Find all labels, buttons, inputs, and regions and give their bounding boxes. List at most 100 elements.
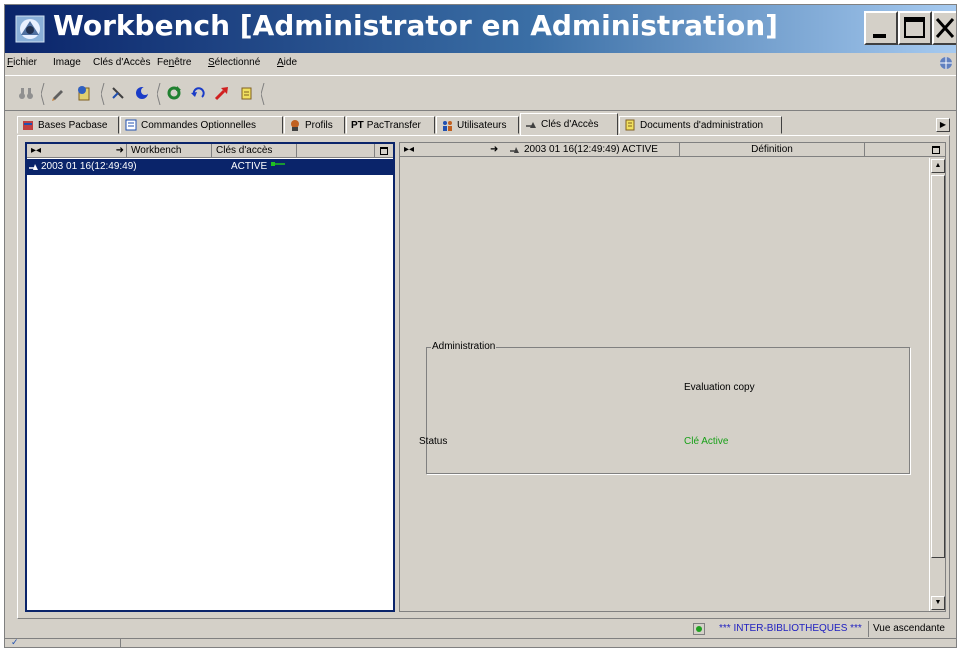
close-icon [935, 18, 955, 38]
evaluation-copy-text: Evaluation copy [684, 382, 755, 393]
toolbar-note-button[interactable] [237, 84, 255, 102]
maximize-panel-icon[interactable] [380, 147, 388, 155]
binoculars-icon [19, 88, 33, 99]
access-key-status: ACTIVE [231, 161, 268, 172]
tab-label: Clés d'Accès [541, 119, 599, 130]
refresh-icon [167, 86, 181, 100]
toolbar-binoculars-button[interactable] [17, 84, 35, 102]
scroll-thumb[interactable] [931, 175, 945, 558]
pencil-icon [52, 90, 63, 101]
header-definition[interactable]: Définition [680, 143, 865, 156]
minimize-icon [873, 34, 886, 38]
definition-panel: ▸◂ ➜ 2003 01 16(12:49:49) ACTIVE Définit… [399, 142, 946, 612]
menu-cles-acces[interactable]: Clés d'Accès [93, 57, 151, 68]
tab-commandes-optionnelles[interactable]: Commandes Optionnelles [120, 116, 283, 134]
window-title: Workbench [Administrator en Administrati… [53, 9, 778, 42]
status-value: Clé Active [684, 436, 729, 447]
green-key-icon [271, 162, 285, 166]
tools-icon [112, 87, 124, 99]
menu-fichier[interactable]: Fichier [7, 57, 37, 68]
toolbar-tools-button[interactable] [109, 84, 127, 102]
header-cles-acces[interactable]: Clés d'accès [212, 144, 297, 157]
command-document-icon [125, 119, 137, 131]
app-window: Workbench [Administrator en Administrati… [4, 4, 957, 648]
access-keys-list-panel: ▸◂ ➜ Workbench Clés d'accès 2003 01 16(1… [25, 142, 395, 612]
tab-utilisateurs[interactable]: Utilisateurs [436, 116, 519, 134]
menu-bar: Fichier Image Clés d'Accès Fenêtre Sélec… [5, 53, 956, 73]
undo-icon [191, 87, 205, 98]
users-icon [443, 121, 452, 131]
tab-cles-acces[interactable]: Clés d'Accès [520, 113, 618, 135]
expand-collapse-toggle[interactable]: ▸◂ ➜ 2003 01 16(12:49:49) ACTIVE [400, 143, 680, 156]
maximize-icon [904, 17, 925, 38]
pt-icon: PT [351, 119, 364, 131]
library-status-icon [693, 623, 705, 635]
scroll-up-button[interactable]: ▲ [931, 159, 945, 173]
list-item[interactable]: 2003 01 16(12:49:49) ACTIVE [27, 159, 393, 175]
expand-collapse-toggle[interactable]: ▸◂ ➜ [27, 144, 127, 157]
key-icon [29, 164, 38, 170]
arrow-up-icon: ▲ [934, 162, 942, 169]
scroll-down-button[interactable]: ▼ [931, 596, 945, 610]
library-scope-text: *** INTER-BIBLIOTHEQUES *** [719, 623, 862, 634]
toolbar-refresh-button[interactable] [165, 84, 183, 102]
maximize-button[interactable] [898, 11, 932, 45]
document-icon [625, 119, 635, 131]
tab-label: Bases Pacbase [38, 119, 108, 131]
moon-icon [136, 87, 149, 99]
expand-icon: ▸◂ [31, 145, 42, 156]
document-globe-icon [78, 86, 90, 101]
profile-icon [291, 120, 299, 131]
tab-bar: Bases Pacbase Commandes Optionnelles Pro… [5, 113, 956, 135]
administration-group: Administration Evaluation copy Status Cl… [419, 341, 910, 474]
toolbar-export-button[interactable] [213, 84, 231, 102]
menu-aide[interactable]: Aide [277, 57, 297, 68]
tab-label: Documents d'administration [640, 119, 764, 131]
arrow-right-icon: ➜ [115, 145, 124, 156]
view-mode-text: Vue ascendante [873, 623, 945, 634]
toolbar [5, 75, 956, 111]
definition-header: ▸◂ ➜ 2003 01 16(12:49:49) ACTIVE Définit… [400, 143, 945, 157]
content-area: ▸◂ ➜ Workbench Clés d'accès 2003 01 16(1… [17, 135, 950, 619]
tab-label: PacTransfer [366, 119, 421, 131]
group-legend: Administration [431, 341, 497, 352]
access-key-date: 2003 01 16(12:49:49) [41, 161, 137, 172]
check-icon: ✓ [11, 637, 19, 647]
maximize-panel-icon[interactable] [932, 146, 940, 154]
key-icon [526, 121, 536, 128]
toolbar-edit-button[interactable] [49, 84, 67, 102]
toolbar-undo-button[interactable] [189, 84, 207, 102]
arrow-right-icon: ➜ [490, 144, 499, 155]
title-bar[interactable]: Workbench [Administrator en Administrati… [5, 5, 956, 53]
list-header: ▸◂ ➜ Workbench Clés d'accès [27, 144, 393, 158]
tab-scroll-right-button[interactable]: ▶ [936, 118, 950, 132]
vertical-scrollbar[interactable]: ▲ ▼ [929, 158, 945, 611]
red-arrow-icon [214, 87, 228, 101]
toolbar-document-button[interactable] [75, 84, 93, 102]
selected-key-title: 2003 01 16(12:49:49) ACTIVE [524, 144, 658, 155]
menu-image[interactable]: Image [53, 57, 81, 68]
tab-documents-administration[interactable]: Documents d'administration [619, 116, 782, 134]
database-icon [23, 121, 33, 130]
status-label: Status [419, 436, 448, 447]
chevron-right-icon: ▶ [939, 120, 947, 129]
menu-selectionne[interactable]: Sélectionné [208, 57, 260, 68]
tab-pactransfer[interactable]: PT PacTransfer [346, 116, 435, 134]
minimize-button[interactable] [864, 11, 898, 45]
toolbar-moon-button[interactable] [133, 84, 151, 102]
tab-bases-pacbase[interactable]: Bases Pacbase [17, 116, 119, 134]
close-button[interactable] [932, 11, 956, 45]
header-empty [297, 144, 375, 157]
tab-profils[interactable]: Profils [284, 116, 345, 134]
arrow-down-icon: ▼ [934, 599, 942, 606]
globe-icon [940, 57, 952, 69]
tab-label: Commandes Optionnelles [141, 119, 257, 131]
header-workbench[interactable]: Workbench [127, 144, 212, 157]
tab-label: Profils [305, 119, 333, 131]
app-logo-icon [15, 15, 45, 43]
expand-icon: ▸◂ [404, 144, 415, 155]
status-bar: *** INTER-BIBLIOTHEQUES *** Vue ascendan… [5, 621, 956, 637]
menu-fenetre[interactable]: Fenêtre [157, 57, 191, 68]
key-icon [510, 147, 519, 153]
tab-label: Utilisateurs [457, 119, 507, 131]
